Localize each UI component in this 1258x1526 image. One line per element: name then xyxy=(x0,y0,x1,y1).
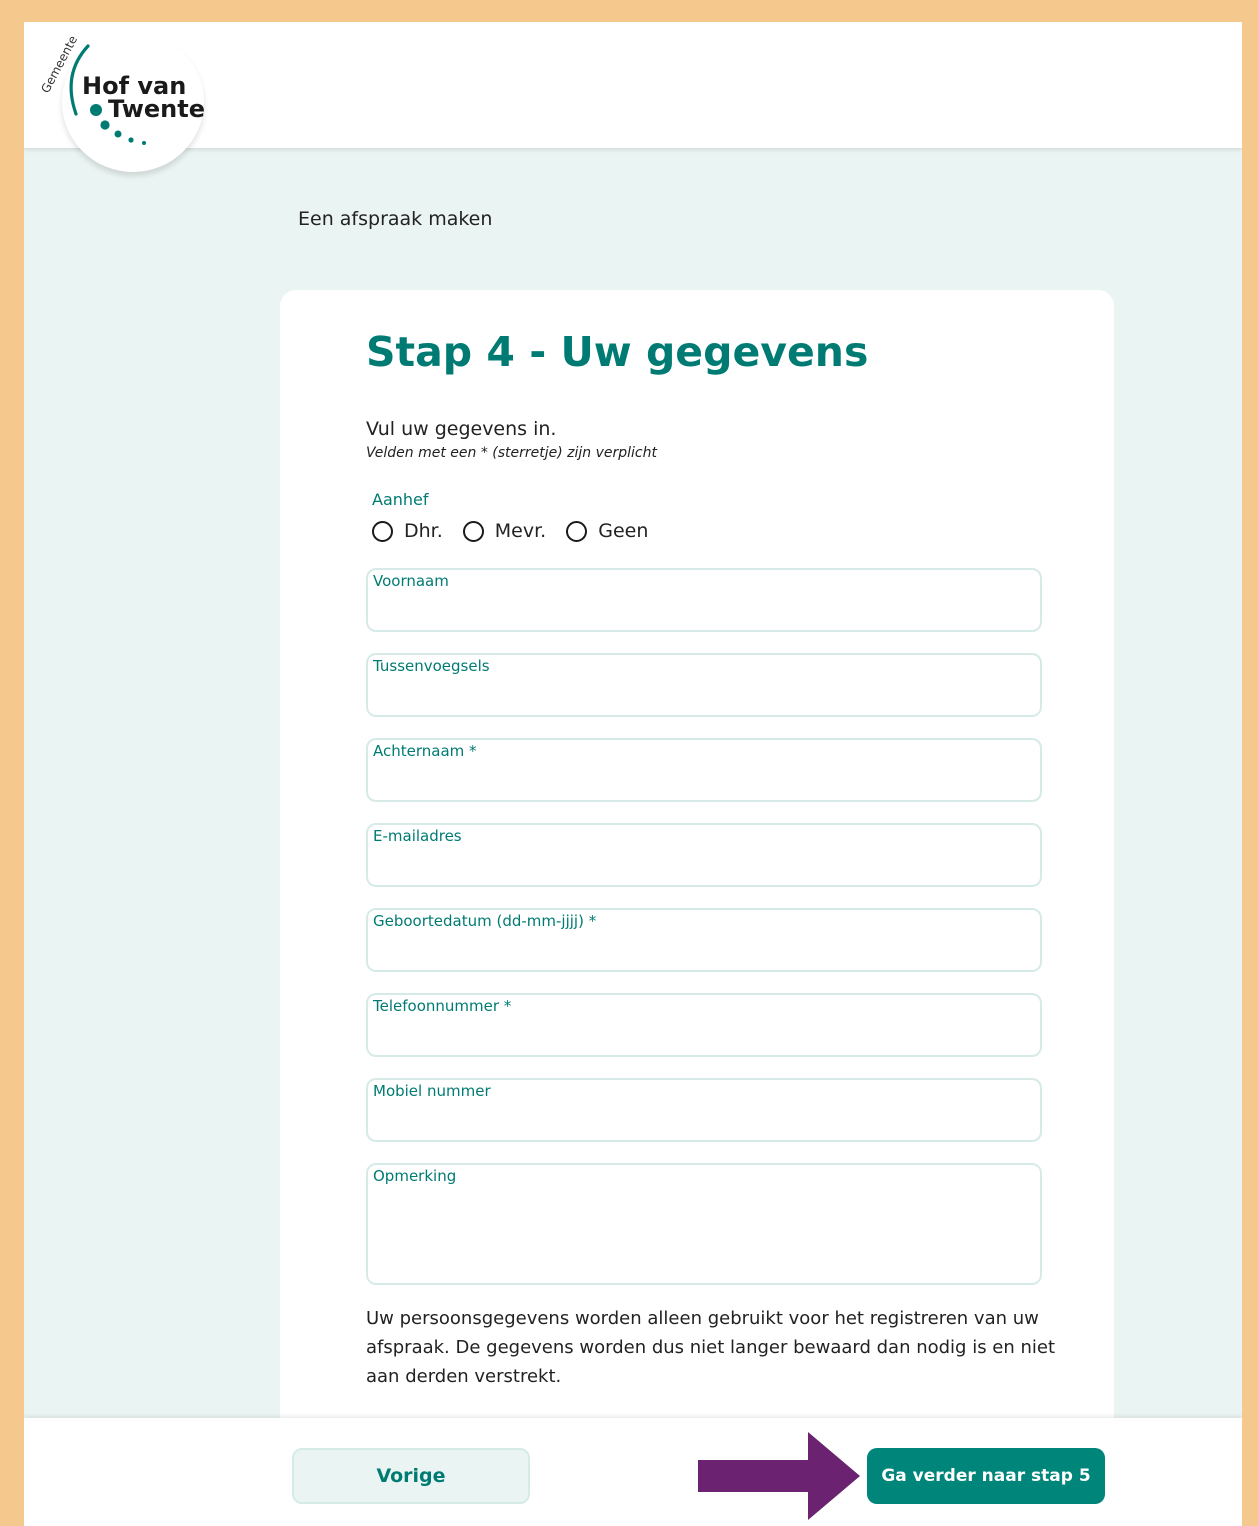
field-label: Geboortedatum (dd-mm-jjjj) * xyxy=(373,912,597,930)
field-label: Voornaam xyxy=(373,572,449,590)
logo-small-text: Gemeente xyxy=(38,33,80,95)
last-name-field[interactable]: Achternaam * xyxy=(366,738,1042,802)
field-label: Achternaam * xyxy=(373,742,477,760)
radio-label: Mevr. xyxy=(494,520,547,542)
radio-label: Geen xyxy=(598,520,649,542)
form-intro: Vul uw gegevens in. xyxy=(366,418,557,440)
logo-dot xyxy=(128,137,134,143)
arrow-right-icon xyxy=(698,1432,860,1520)
salutation-label: Aanhef xyxy=(372,490,429,509)
logo-line-2: Twente xyxy=(108,95,205,123)
email-field[interactable]: E-mailadres xyxy=(366,823,1042,887)
previous-button[interactable]: Vorige xyxy=(292,1448,530,1504)
field-label: Tussenvoegsels xyxy=(373,657,490,675)
logo-dot xyxy=(90,104,102,116)
radio-button[interactable] xyxy=(372,520,393,542)
radio-button[interactable] xyxy=(462,520,484,542)
logo-dot xyxy=(100,120,110,130)
phone-field[interactable]: Telefoonnummer * xyxy=(366,993,1042,1057)
field-label: Telefoonnummer * xyxy=(373,997,512,1015)
field-label: Mobiel nummer xyxy=(373,1082,491,1100)
infix-field[interactable]: Tussenvoegsels xyxy=(366,653,1042,717)
logo-dot xyxy=(142,141,146,145)
form-footer: Vorige Ga verder naar stap 5 xyxy=(24,1418,1242,1526)
mobile-field[interactable]: Mobiel nummer xyxy=(366,1078,1042,1142)
logo-dot xyxy=(114,130,122,138)
radio-label: Dhr. xyxy=(404,520,443,542)
screenshot-frame: Gemeente Hof van Twente Een afspraak mak… xyxy=(24,22,1242,1526)
required-fields-note: Velden met een * (sterretje) zijn verpli… xyxy=(366,445,657,461)
hof-van-twente-logo[interactable]: Gemeente Hof van Twente xyxy=(24,22,224,182)
next-step-button[interactable]: Ga verder naar stap 5 xyxy=(867,1448,1105,1504)
birth-date-field[interactable]: Geboortedatum (dd-mm-jjjj) * xyxy=(366,908,1042,972)
field-label: Opmerking xyxy=(373,1167,457,1185)
page-title: Stap 4 - Uw gegevens xyxy=(366,328,869,376)
first-name-field[interactable]: Voornaam xyxy=(366,568,1042,632)
salutation-radio-group: Dhr. Mevr. Geen xyxy=(372,518,668,544)
form-card: Stap 4 - Uw gegevens Vul uw gegevens in.… xyxy=(280,290,1114,1430)
radio-button[interactable] xyxy=(566,520,588,542)
salutation-option-dhr[interactable]: Dhr. xyxy=(372,520,443,542)
breadcrumb: Een afspraak maken xyxy=(298,208,493,230)
remark-textarea[interactable]: Opmerking xyxy=(366,1163,1042,1285)
salutation-option-geen[interactable]: Geen xyxy=(566,520,648,542)
privacy-notice: Uw persoonsgegevens worden alleen gebrui… xyxy=(366,1308,1056,1387)
salutation-option-mevr[interactable]: Mevr. xyxy=(462,520,547,542)
field-label: E-mailadres xyxy=(373,827,462,845)
